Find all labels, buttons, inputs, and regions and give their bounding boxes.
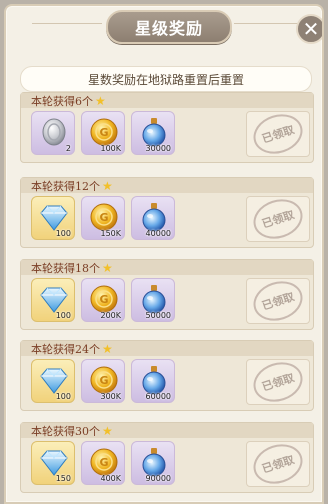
reward-quantity: 30000: [145, 144, 171, 153]
svg-text:G: G: [99, 211, 108, 224]
reward-tier-card: 本轮获得30个 ★ 150 G 400K 90000 已领取: [20, 422, 314, 493]
star-icon: ★: [102, 260, 113, 275]
star-icon: ★: [102, 423, 113, 438]
close-icon: ✕: [302, 17, 320, 41]
svg-text:G: G: [99, 374, 108, 387]
tier-header: 本轮获得18个 ★: [21, 260, 313, 275]
claim-status-slot: 已领取: [246, 438, 310, 490]
reward-quantity: 300K: [100, 392, 121, 401]
tier-header: 本轮获得12个 ★: [21, 178, 313, 193]
reward-quantity: 2: [65, 144, 71, 153]
reward-item[interactable]: 100: [31, 196, 75, 240]
potion-icon: [139, 117, 169, 147]
claim-status-slot: 已领取: [246, 356, 310, 408]
claimed-stamp: 已领取: [248, 108, 308, 160]
gold-coin-icon: G: [89, 365, 119, 395]
reward-item[interactable]: 40000: [131, 196, 175, 240]
title-decoration: [234, 23, 304, 24]
star-reward-panel: 星级奖励 ✕ 星数奖励在地狱路重置后重置 本轮获得6个 ★ 2 G 100K 30000 已…: [4, 4, 324, 504]
reward-quantity: 150: [55, 474, 71, 483]
panel-title: 星级奖励: [106, 10, 232, 44]
svg-text:G: G: [99, 126, 108, 139]
close-button[interactable]: ✕: [296, 14, 322, 44]
reward-quantity: 90000: [145, 474, 171, 483]
tier-header: 本轮获得30个 ★: [21, 423, 313, 438]
claim-status-slot: 已领取: [246, 193, 310, 245]
claimed-stamp: 已领取: [248, 438, 308, 490]
tier-label: 本轮获得30个: [31, 424, 100, 438]
reward-item[interactable]: G 300K: [81, 359, 125, 403]
tier-label: 本轮获得24个: [31, 342, 100, 356]
reward-tier-card: 本轮获得12个 ★ 100 G 150K 40000 已领取: [20, 177, 314, 248]
claimed-stamp: 已领取: [248, 356, 308, 408]
potion-icon: [139, 447, 169, 477]
silver-coin-icon: [39, 117, 69, 147]
svg-text:G: G: [99, 456, 108, 469]
potion-icon: [139, 284, 169, 314]
reward-item[interactable]: 100: [31, 278, 75, 322]
reward-tier-card: 本轮获得18个 ★ 100 G 200K 50000 已领取: [20, 259, 314, 330]
gold-coin-icon: G: [89, 447, 119, 477]
reward-quantity: 100: [55, 311, 71, 320]
tier-label: 本轮获得6个: [31, 94, 93, 108]
reward-tier-card: 本轮获得24个 ★ 100 G 300K 60000 已领取: [20, 340, 314, 411]
reward-item[interactable]: G 100K: [81, 111, 125, 155]
reward-quantity: 200K: [100, 311, 121, 320]
gold-coin-icon: G: [89, 117, 119, 147]
reward-item[interactable]: 150: [31, 441, 75, 485]
reset-notice: 星数奖励在地狱路重置后重置: [20, 66, 312, 92]
reward-item[interactable]: 30000: [131, 111, 175, 155]
star-icon: ★: [95, 93, 106, 108]
reward-item[interactable]: 2: [31, 111, 75, 155]
reward-item[interactable]: 90000: [131, 441, 175, 485]
svg-text:G: G: [99, 293, 108, 306]
reward-quantity: 100: [55, 229, 71, 238]
reward-quantity: 400K: [100, 474, 121, 483]
reward-item[interactable]: G 400K: [81, 441, 125, 485]
claimed-stamp: 已领取: [248, 193, 308, 245]
claim-status-slot: 已领取: [246, 275, 310, 327]
claim-status-slot: 已领取: [246, 108, 310, 160]
potion-icon: [139, 365, 169, 395]
reward-quantity: 40000: [145, 229, 171, 238]
claimed-stamp: 已领取: [248, 275, 308, 327]
reward-quantity: 50000: [145, 311, 171, 320]
reward-item[interactable]: G 150K: [81, 196, 125, 240]
diamond-icon: [39, 365, 69, 395]
tier-header: 本轮获得24个 ★: [21, 341, 313, 356]
reward-item[interactable]: 50000: [131, 278, 175, 322]
reward-tier-card: 本轮获得6个 ★ 2 G 100K 30000 已领取: [20, 92, 314, 163]
gold-coin-icon: G: [89, 284, 119, 314]
diamond-icon: [39, 202, 69, 232]
reward-quantity: 60000: [145, 392, 171, 401]
gold-coin-icon: G: [89, 202, 119, 232]
diamond-icon: [39, 447, 69, 477]
reward-quantity: 100: [55, 392, 71, 401]
tier-header: 本轮获得6个 ★: [21, 93, 313, 108]
reward-quantity: 150K: [100, 229, 121, 238]
reward-item[interactable]: G 200K: [81, 278, 125, 322]
title-decoration: [32, 23, 102, 24]
tier-label: 本轮获得18个: [31, 261, 100, 275]
tier-label: 本轮获得12个: [31, 179, 100, 193]
diamond-icon: [39, 284, 69, 314]
star-icon: ★: [102, 341, 113, 356]
reward-item[interactable]: 60000: [131, 359, 175, 403]
reward-item[interactable]: 100: [31, 359, 75, 403]
reward-quantity: 100K: [100, 144, 121, 153]
potion-icon: [139, 202, 169, 232]
star-icon: ★: [102, 178, 113, 193]
